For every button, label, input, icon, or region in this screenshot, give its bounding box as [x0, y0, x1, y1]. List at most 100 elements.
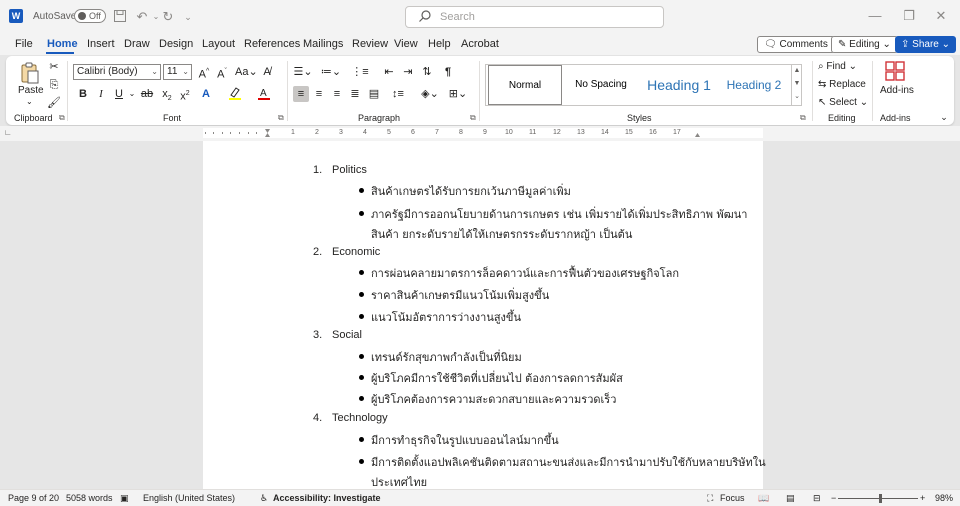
svg-text:A: A: [260, 88, 267, 99]
style-heading-1[interactable]: Heading 1: [640, 65, 718, 105]
numbering-icon[interactable]: ≔⌄: [320, 64, 342, 80]
line-spacing-icon[interactable]: ↕≡: [387, 86, 409, 102]
decrease-indent-icon[interactable]: ⇤: [381, 64, 397, 80]
redo-icon[interactable]: ↻: [160, 9, 176, 25]
superscript-icon[interactable]: x2: [177, 86, 193, 103]
paste-icon[interactable]: [19, 62, 41, 84]
format-painter-icon[interactable]: 🖌: [46, 95, 62, 111]
style-no-spacing[interactable]: No Spacing: [566, 65, 636, 105]
accessibility-status[interactable]: Accessibility: Investigate: [273, 493, 381, 503]
style-normal[interactable]: Normal: [488, 65, 562, 105]
search-box[interactable]: Search: [405, 6, 664, 28]
customize-qat-icon[interactable]: ⌄: [180, 9, 196, 25]
show-formatting-marks-icon[interactable]: ¶: [440, 64, 456, 80]
tab-review[interactable]: Review: [352, 38, 388, 50]
font-size-combo[interactable]: 11 ⌄: [163, 64, 192, 80]
addins-label[interactable]: Add-ins: [880, 85, 914, 96]
tab-insert[interactable]: Insert: [87, 38, 115, 50]
increase-indent-icon[interactable]: ⇥: [400, 64, 416, 80]
zoom-out-icon[interactable]: −: [831, 493, 836, 503]
word-count[interactable]: 5058 words: [66, 493, 113, 503]
sort-icon[interactable]: ⇅: [419, 64, 435, 80]
strikethrough-icon[interactable]: ab: [139, 86, 155, 102]
font-launcher-icon[interactable]: ⧉: [278, 113, 284, 123]
bullet-icon: [359, 314, 364, 319]
justify-icon[interactable]: ≣: [347, 86, 363, 102]
tab-file[interactable]: File: [15, 38, 33, 50]
tab-view[interactable]: View: [394, 38, 418, 50]
tab-acrobat[interactable]: Acrobat: [461, 38, 499, 50]
paragraph-launcher-icon[interactable]: ⧉: [470, 113, 476, 123]
change-case-icon[interactable]: Aa⌄: [235, 64, 258, 80]
replace-button[interactable]: ⇆ Replace: [818, 79, 866, 90]
shading-icon[interactable]: ◈⌄: [419, 86, 441, 102]
find-button[interactable]: ⌕ Find ⌄: [818, 61, 857, 72]
autosave-toggle[interactable]: Off: [74, 9, 106, 23]
scroll-up-icon[interactable]: ▲: [792, 64, 802, 77]
zoom-slider-thumb[interactable]: [879, 494, 882, 503]
page-count[interactable]: Page 9 of 20: [8, 493, 59, 503]
text-effects-icon[interactable]: A: [198, 86, 214, 102]
highlight-color-icon[interactable]: [227, 86, 243, 102]
ruler-number: 13: [577, 129, 585, 136]
align-right-icon[interactable]: ≡: [329, 86, 345, 102]
more-styles-icon[interactable]: ⌄: [792, 90, 802, 103]
bullets-icon[interactable]: ☰⌄: [292, 64, 314, 80]
italic-icon[interactable]: I: [93, 86, 109, 102]
bullet-icon: [359, 459, 364, 464]
focus-label[interactable]: Focus: [720, 493, 745, 503]
tab-home[interactable]: Home: [47, 38, 78, 50]
scroll-down-icon[interactable]: ▼: [792, 77, 802, 90]
tab-help[interactable]: Help: [428, 38, 451, 50]
tab-layout[interactable]: Layout: [202, 38, 235, 50]
print-layout-icon[interactable]: ▤: [786, 493, 795, 504]
borders-icon[interactable]: ⊞⌄: [447, 86, 469, 102]
editing-mode-button[interactable]: ✎ Editing ⌄: [831, 36, 898, 53]
document-page[interactable]: 1. Politics สินค้าเกษตรได้รับการยกเว้นภา…: [203, 141, 766, 489]
shrink-font-icon[interactable]: Aˇ: [214, 64, 230, 81]
copy-icon[interactable]: ⎘: [46, 77, 62, 93]
clear-formatting-icon[interactable]: A̸: [259, 64, 275, 80]
zoom-slider[interactable]: [838, 498, 918, 499]
clipboard-group-label: Clipboard: [14, 113, 53, 123]
subscript-icon[interactable]: x2: [159, 86, 175, 102]
font-color-icon[interactable]: A: [256, 86, 272, 102]
tab-selector-icon[interactable]: ∟: [4, 128, 12, 137]
underline-dropdown-icon[interactable]: ⌄: [124, 86, 140, 102]
clipboard-launcher-icon[interactable]: ⧉: [59, 113, 65, 123]
cut-icon[interactable]: ✂: [46, 59, 62, 75]
tab-references[interactable]: References: [244, 38, 300, 50]
share-button[interactable]: ⇪ Share ⌄: [895, 36, 957, 53]
collapse-ribbon-icon[interactable]: ⌄: [936, 109, 952, 125]
save-icon[interactable]: [112, 9, 128, 25]
proofing-icon[interactable]: ▣: [120, 493, 129, 504]
paste-dropdown-icon[interactable]: ⌄: [26, 97, 33, 106]
styles-launcher-icon[interactable]: ⧉: [800, 113, 806, 123]
tab-design[interactable]: Design: [159, 38, 193, 50]
style-heading-2[interactable]: Heading 2: [718, 65, 790, 105]
language[interactable]: English (United States): [143, 493, 235, 503]
restore-icon[interactable]: ❐: [899, 7, 919, 25]
align-center-icon[interactable]: ≡: [311, 86, 327, 102]
select-button[interactable]: ↖ Select ⌄: [818, 97, 868, 108]
font-name-combo[interactable]: Calibri (Body) ⌄: [73, 64, 161, 80]
tab-mailings[interactable]: Mailings: [303, 38, 343, 50]
web-layout-icon[interactable]: ⊟: [813, 493, 821, 504]
columns-align-icon[interactable]: ▤: [366, 86, 382, 102]
zoom-in-icon[interactable]: +: [920, 493, 925, 503]
ruler-number: 6: [411, 129, 415, 136]
multilevel-list-icon[interactable]: ⋮≡: [349, 64, 371, 80]
styles-scroll[interactable]: ▲ ▼ ⌄: [791, 64, 802, 106]
bold-icon[interactable]: B: [75, 86, 91, 102]
vertical-scrollbar[interactable]: [949, 141, 960, 489]
read-mode-icon[interactable]: 📖: [758, 493, 769, 504]
addins-icon[interactable]: [884, 60, 906, 82]
grow-font-icon[interactable]: A^: [196, 64, 212, 81]
minimize-icon[interactable]: —: [865, 7, 885, 25]
tab-draw[interactable]: Draw: [124, 38, 150, 50]
paste-label[interactable]: Paste: [18, 85, 44, 96]
comments-button[interactable]: 🗨 Comments: [757, 36, 835, 53]
close-icon[interactable]: ✕: [931, 7, 951, 25]
align-left-icon[interactable]: ≡: [293, 86, 309, 102]
zoom-level[interactable]: 98%: [935, 493, 953, 503]
